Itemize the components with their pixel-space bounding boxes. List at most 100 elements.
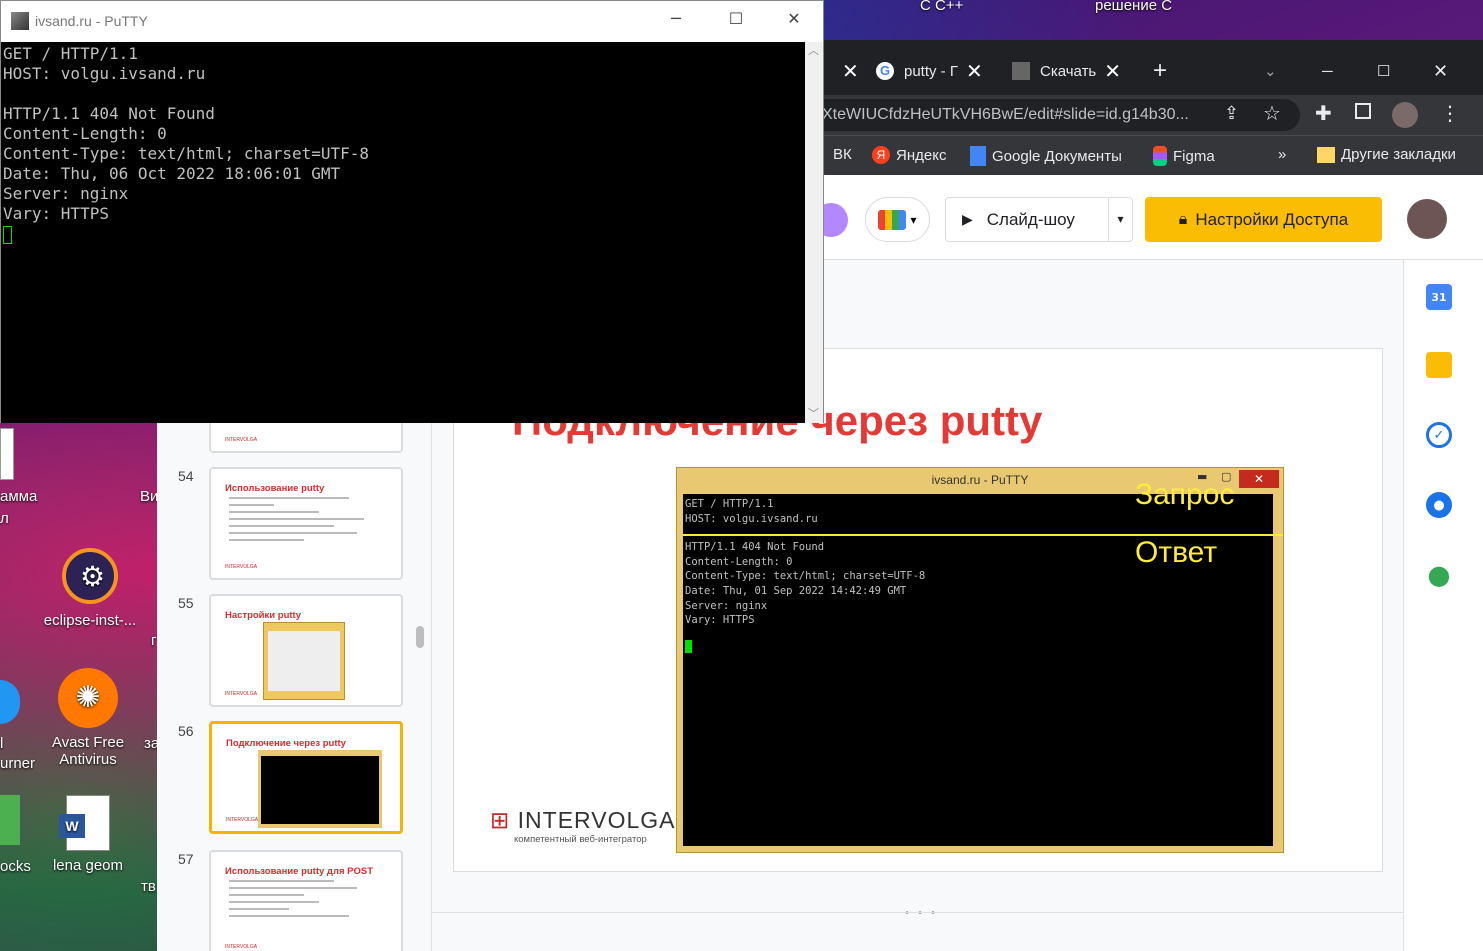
google-docs-icon bbox=[970, 146, 986, 166]
slide-thumbnail-selected[interactable]: Подключение через putty INTERVOLGA bbox=[209, 721, 403, 834]
tab-label: putty - Г bbox=[904, 62, 958, 80]
terminal-cursor bbox=[685, 639, 692, 653]
putty-titlebar[interactable]: ivsand.ru - PuTTY ─ ☐ ✕ bbox=[1, 1, 823, 42]
play-icon: ▶ bbox=[962, 211, 973, 227]
slide-thumbnail-title: Подключение через putty bbox=[226, 738, 346, 749]
slide-thumbnail-title: Использование putty bbox=[225, 483, 325, 494]
terminal-output[interactable]: GET / HTTP/1.1 HOST: volgu.ivsand.ru HTT… bbox=[1, 42, 805, 423]
window-title: ivsand.ru - PuTTY bbox=[35, 13, 148, 29]
slides-toolbar: ▾ ▶ Слайд-шоу ▾ 🔒︎ Настройки Доступа bbox=[814, 175, 1483, 260]
intervolga-logo: INTERVOLGA bbox=[225, 691, 258, 697]
terminal-scrollbar[interactable]: ︿ ﹀ bbox=[805, 42, 823, 423]
address-bar-row: XteWIUCfdzHeUTkVH6BwE/edit#slide=id.g14b… bbox=[820, 95, 1483, 135]
bookmark-star-icon[interactable]: ☆ bbox=[1263, 101, 1281, 125]
menu-icon[interactable]: ⋮ bbox=[1440, 101, 1460, 125]
profile-avatar[interactable] bbox=[1392, 102, 1418, 128]
bookmarks-overflow-button[interactable]: » bbox=[1278, 146, 1286, 163]
desktop-fragment: л bbox=[0, 510, 9, 527]
meet-button[interactable]: ▾ bbox=[865, 197, 930, 242]
filmstrip-scrollbar[interactable] bbox=[416, 626, 424, 648]
figma-icon bbox=[1153, 146, 1167, 166]
bookmarks-bar: ВК Я Яндекс Google Документы Figma » Дру… bbox=[820, 135, 1483, 175]
intervolga-logo: INTERVOLGA bbox=[226, 817, 259, 823]
response-label: Ответ bbox=[1135, 536, 1218, 569]
desktop-icon-avast[interactable]: ✺ Avast Free Antivirus bbox=[42, 668, 134, 768]
new-tab-button[interactable]: + bbox=[1153, 54, 1167, 88]
close-button[interactable]: ✕ bbox=[771, 9, 817, 28]
scroll-down-icon[interactable]: ﹀ bbox=[808, 405, 819, 421]
partial-app-icon[interactable] bbox=[0, 680, 20, 724]
eclipse-gear-icon: ⚙ bbox=[62, 548, 118, 604]
tab-label: Скачать bbox=[1040, 62, 1097, 80]
account-avatar[interactable] bbox=[1407, 199, 1447, 239]
slide-number: 57 bbox=[178, 851, 194, 867]
intervolga-logo: INTERVOLGA bbox=[225, 564, 258, 570]
resize-handle[interactable]: • • • bbox=[904, 908, 938, 919]
slide-thumbnail[interactable]: Использование putty INTERVOLGA bbox=[209, 467, 403, 580]
calendar-icon[interactable]: 31 bbox=[1426, 284, 1452, 310]
side-panel-icon[interactable] bbox=[1355, 103, 1371, 119]
maps-icon[interactable]: ⬤ bbox=[1426, 562, 1452, 588]
desktop-icon-label: eclipse-inst-... bbox=[43, 612, 137, 629]
bookmark-yandex[interactable]: Я Яндекс bbox=[872, 146, 946, 164]
screenshot-terminal: GET / HTTP/1.1 HOST: volgu.ivsand.ru HTT… bbox=[683, 480, 1283, 846]
close-icon[interactable]: ✕ bbox=[966, 59, 983, 84]
close-icon[interactable]: ✕ bbox=[1104, 59, 1121, 84]
desktop-icon-label: lena geom bbox=[52, 857, 124, 874]
contacts-icon[interactable]: ● bbox=[1426, 492, 1452, 518]
tab-bar: ✕ G putty - Г ✕ Скачать ✕ + ⌄ ─ ☐ ✕ bbox=[820, 40, 1483, 95]
maximize-button[interactable]: ☐ bbox=[713, 9, 759, 28]
bookmark-vk[interactable]: ВК bbox=[833, 146, 852, 163]
slide-thumbnail-title: Использование putty для POST bbox=[225, 866, 374, 877]
bookmark-other-folder[interactable]: Другие закладки bbox=[1317, 146, 1456, 163]
chevron-down-icon: ▾ bbox=[910, 212, 917, 227]
yandex-icon: Я bbox=[872, 146, 890, 164]
tab-close-button[interactable]: ✕ bbox=[834, 54, 859, 88]
slide-number: 55 bbox=[178, 595, 194, 611]
side-panel-rail: 31 ✓ ● ⬤ bbox=[1403, 260, 1483, 951]
slide-thumbnail[interactable]: Настройки putty INTERVOLGA bbox=[209, 594, 403, 707]
minimize-button[interactable]: ─ bbox=[653, 9, 699, 28]
file-icon[interactable] bbox=[0, 428, 14, 480]
maximize-button[interactable]: ☐ bbox=[1377, 54, 1390, 88]
putty-icon bbox=[11, 12, 29, 30]
desktop-icon-label: Avast Free Antivirus bbox=[51, 734, 125, 768]
share-access-button[interactable]: 🔒︎ Настройки Доступа bbox=[1145, 197, 1382, 242]
partial-app-icon[interactable] bbox=[0, 795, 20, 845]
desktop-fragment: г bbox=[151, 632, 157, 649]
folder-icon bbox=[1317, 146, 1335, 163]
slideshow-button[interactable]: ▶ Слайд-шоу ▾ bbox=[945, 197, 1133, 242]
google-icon: G bbox=[876, 62, 894, 80]
terminal-text: GET / HTTP/1.1 HOST: volgu.ivsand.ru HTT… bbox=[3, 44, 370, 223]
tasks-icon[interactable]: ✓ bbox=[1426, 422, 1452, 448]
extensions-icon[interactable]: ✚ bbox=[1315, 101, 1332, 125]
slideshow-dropdown[interactable]: ▾ bbox=[1108, 198, 1132, 241]
close-icon: ✕ bbox=[1239, 470, 1279, 488]
bookmark-google-docs[interactable]: Google Документы bbox=[970, 146, 1122, 166]
request-label: Запрос bbox=[1135, 478, 1235, 511]
putty-icon bbox=[1012, 62, 1030, 80]
tab-putty-search[interactable]: G putty - Г ✕ bbox=[876, 54, 983, 88]
share-icon[interactable]: ⇪ bbox=[1224, 103, 1239, 124]
putty-screenshot-image[interactable]: ivsand.ru - PuTTY ▬ ▢ ✕ GET / HTTP/1.1 H… bbox=[676, 467, 1284, 853]
bookmark-figma[interactable]: Figma bbox=[1153, 146, 1215, 166]
close-window-button[interactable]: ✕ bbox=[1433, 54, 1448, 88]
desktop-fragment: Ви bbox=[140, 488, 159, 505]
intervolga-brand: ⊞ INTERVOLGA компетентный веб-интегратор bbox=[490, 807, 676, 845]
keep-icon[interactable] bbox=[1426, 352, 1452, 378]
minimize-button[interactable]: ─ bbox=[1322, 54, 1333, 88]
slide-thumbnail-title: Настройки putty bbox=[225, 610, 301, 621]
desktop-fragment: амма bbox=[0, 488, 38, 505]
tab-search-icon[interactable]: ⌄ bbox=[1264, 54, 1277, 88]
intervolga-logo-icon: ⊞ bbox=[490, 807, 518, 833]
slide-canvas[interactable]: Подключение через putty ivsand.ru - PuTT… bbox=[453, 348, 1383, 872]
tab-download[interactable]: Скачать ✕ bbox=[1012, 54, 1121, 88]
desktop-fragment: решение С bbox=[1095, 0, 1173, 14]
desktop-icon-word-doc[interactable]: W lena geom bbox=[42, 795, 134, 874]
lock-icon: 🔒︎ bbox=[1178, 210, 1188, 228]
intervolga-logo: INTERVOLGA bbox=[225, 944, 258, 950]
scroll-up-icon[interactable]: ︿ bbox=[808, 42, 819, 58]
desktop-icon-eclipse[interactable]: ⚙ eclipse-inst-... bbox=[40, 548, 140, 629]
slide-thumbnail[interactable]: Использование putty для POST INTERVOLGA bbox=[209, 850, 403, 951]
intervolga-logo: INTERVOLGA bbox=[225, 437, 258, 443]
